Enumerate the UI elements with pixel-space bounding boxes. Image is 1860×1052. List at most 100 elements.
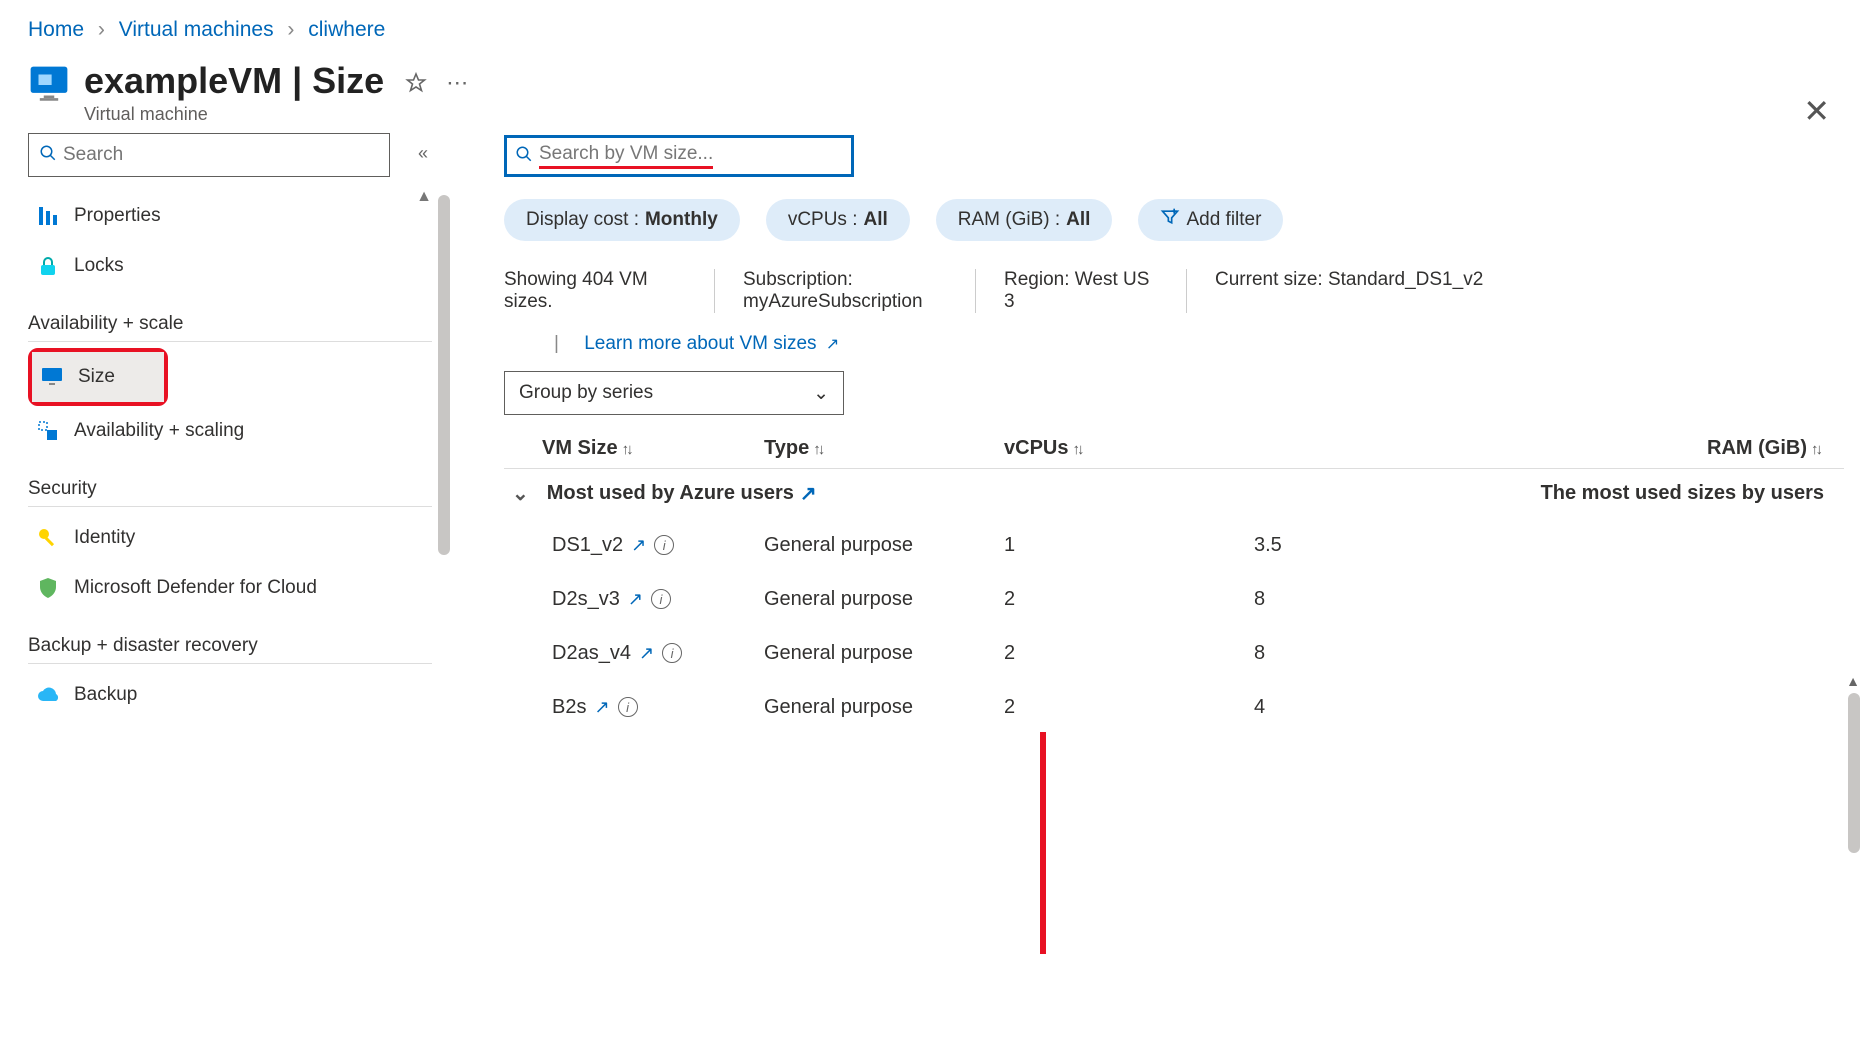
filter-value: Monthly — [645, 209, 718, 231]
breadcrumb: Home › Virtual machines › cliwhere — [0, 0, 1860, 52]
sidebar-item-locks[interactable]: Locks — [28, 241, 432, 291]
row-vcpus: 2 — [1004, 642, 1254, 665]
scroll-up-icon[interactable]: ▲ — [416, 188, 432, 206]
row-type: General purpose — [764, 642, 1004, 665]
scaling-icon — [36, 419, 60, 443]
table-row[interactable]: D2as_v4 ↗ i General purpose28 — [504, 626, 1844, 680]
sort-icon: ↑↓ — [1811, 441, 1820, 458]
vm-size-search[interactable]: Search by VM size... — [504, 135, 854, 177]
sidebar-scrollbar[interactable] — [438, 195, 450, 555]
sidebar-label: Microsoft Defender for Cloud — [74, 577, 317, 599]
key-icon — [36, 526, 60, 550]
divider — [28, 341, 432, 342]
row-name: B2s — [552, 696, 586, 719]
chevron-down-icon: ⌄ — [813, 382, 829, 405]
learn-more-link[interactable]: | Learn more about VM sizes ↗ — [554, 333, 1844, 355]
sidebar-label: Backup — [74, 684, 137, 706]
page-title: exampleVM | Size — [84, 60, 384, 102]
vm-size-table: VM Size↑↓ Type↑↓ vCPUs↑↓ RAM (GiB)↑↓ ⌄ M… — [504, 437, 1844, 734]
row-type: General purpose — [764, 534, 1004, 557]
info-row: Showing 404 VM sizes. Subscription: myAz… — [504, 269, 1844, 313]
table-row[interactable]: D2s_v3↗iGeneral purpose28 — [504, 572, 1844, 626]
group-select-label: Group by series — [519, 382, 653, 404]
sidebar-label: Size — [78, 366, 115, 388]
group-by-select[interactable]: Group by series ⌄ — [504, 371, 844, 415]
table-row[interactable]: DS1_v2↗iGeneral purpose13.5 — [504, 518, 1844, 572]
row-name: DS1_v2 — [552, 534, 623, 557]
filter-vcpus[interactable]: vCPUs : All — [766, 199, 910, 241]
table-group-row[interactable]: ⌄ Most used by Azure users ↗ The most us… — [504, 469, 1844, 518]
vm-small-icon — [40, 365, 64, 389]
divider — [28, 663, 432, 664]
row-ram: 8 — [1254, 642, 1844, 665]
filter-ram[interactable]: RAM (GiB) : All — [936, 199, 1113, 241]
col-type[interactable]: Type↑↓ — [764, 437, 1004, 460]
trend-up-icon: ↗ — [628, 589, 643, 610]
trend-up-icon: ↗ — [594, 697, 609, 718]
row-vcpus: 2 — [1004, 696, 1254, 719]
add-filter-label: Add filter — [1186, 209, 1261, 231]
add-filter-button[interactable]: Add filter — [1138, 199, 1283, 241]
info-icon[interactable]: i — [651, 589, 671, 609]
info-icon[interactable]: i — [618, 697, 638, 717]
trend-up-icon: ↗ — [639, 643, 654, 664]
annotation-bracket — [1040, 732, 1046, 954]
sidebar-label: Availability + scaling — [74, 420, 244, 442]
annotation-highlight: Size — [28, 348, 168, 406]
breadcrumb-home[interactable]: Home — [28, 18, 84, 41]
info-icon[interactable]: i — [662, 643, 682, 663]
row-name: D2as_v4 — [552, 642, 631, 665]
more-dots-icon[interactable]: ⋯ — [446, 70, 468, 96]
scroll-up-icon[interactable]: ▲ — [1846, 673, 1860, 689]
sidebar-item-properties[interactable]: Properties — [28, 191, 432, 241]
breadcrumb-sep-icon: › — [287, 18, 294, 41]
filter-label: vCPUs : — [788, 209, 858, 231]
col-vcpus[interactable]: vCPUs↑↓ — [1004, 437, 1254, 460]
filter-row: Display cost : Monthly vCPUs : All RAM (… — [504, 199, 1844, 241]
content-scrollbar[interactable] — [1848, 693, 1860, 853]
sidebar-search-input[interactable] — [63, 144, 379, 166]
row-vcpus: 2 — [1004, 588, 1254, 611]
favorite-star-icon[interactable] — [404, 71, 428, 95]
breadcrumb-current[interactable]: cliwhere — [308, 18, 385, 41]
info-region: Region: West US 3 — [976, 269, 1186, 313]
sidebar-search[interactable] — [28, 133, 390, 177]
row-ram: 3.5 — [1254, 534, 1844, 557]
filter-value: All — [864, 209, 888, 231]
sidebar-item-identity[interactable]: Identity — [28, 513, 432, 563]
info-icon[interactable]: i — [654, 535, 674, 555]
table-header: VM Size↑↓ Type↑↓ vCPUs↑↓ RAM (GiB)↑↓ — [504, 437, 1844, 469]
row-type: General purpose — [764, 696, 1004, 719]
content-pane: Search by VM size... Display cost : Mont… — [450, 133, 1860, 1035]
properties-icon — [36, 204, 60, 228]
sidebar-item-defender[interactable]: Microsoft Defender for Cloud — [28, 563, 432, 613]
col-ram[interactable]: RAM (GiB)↑↓ — [1254, 437, 1844, 460]
sidebar-label: Properties — [74, 205, 161, 227]
filter-display-cost[interactable]: Display cost : Monthly — [504, 199, 740, 241]
sidebar-label: Identity — [74, 527, 135, 549]
external-link-icon: ↗ — [826, 336, 839, 353]
breadcrumb-vms[interactable]: Virtual machines — [119, 18, 274, 41]
filter-label: Display cost : — [526, 209, 639, 231]
col-vmsize[interactable]: VM Size↑↓ — [504, 437, 764, 460]
sidebar-item-backup[interactable]: Backup — [28, 670, 432, 720]
search-icon — [515, 145, 533, 168]
sidebar-item-size[interactable]: Size — [32, 352, 164, 402]
close-icon[interactable]: ✕ — [1803, 92, 1830, 130]
page-subtitle: Virtual machine — [84, 104, 384, 125]
row-ram: 4 — [1254, 696, 1844, 719]
add-filter-icon — [1160, 207, 1180, 233]
sidebar-item-availability-scaling[interactable]: Availability + scaling — [28, 406, 432, 456]
info-subscription: Subscription: myAzureSubscription — [715, 269, 975, 313]
info-showing: Showing 404 VM sizes. — [504, 269, 714, 313]
trend-up-icon: ↗ — [800, 481, 817, 506]
row-ram: 8 — [1254, 588, 1844, 611]
table-row[interactable]: B2s ↗ i General purpose24 — [504, 680, 1844, 734]
sort-icon: ↑↓ — [1072, 441, 1081, 458]
sidebar: « ▲ Properties Locks Availability + scal… — [0, 133, 450, 1035]
divider — [28, 506, 432, 507]
group-title: Most used by Azure users — [547, 482, 794, 505]
collapse-sidebar-icon[interactable]: « — [418, 143, 428, 164]
cloud-backup-icon — [36, 683, 60, 707]
chevron-down-icon: ⌄ — [512, 481, 529, 506]
